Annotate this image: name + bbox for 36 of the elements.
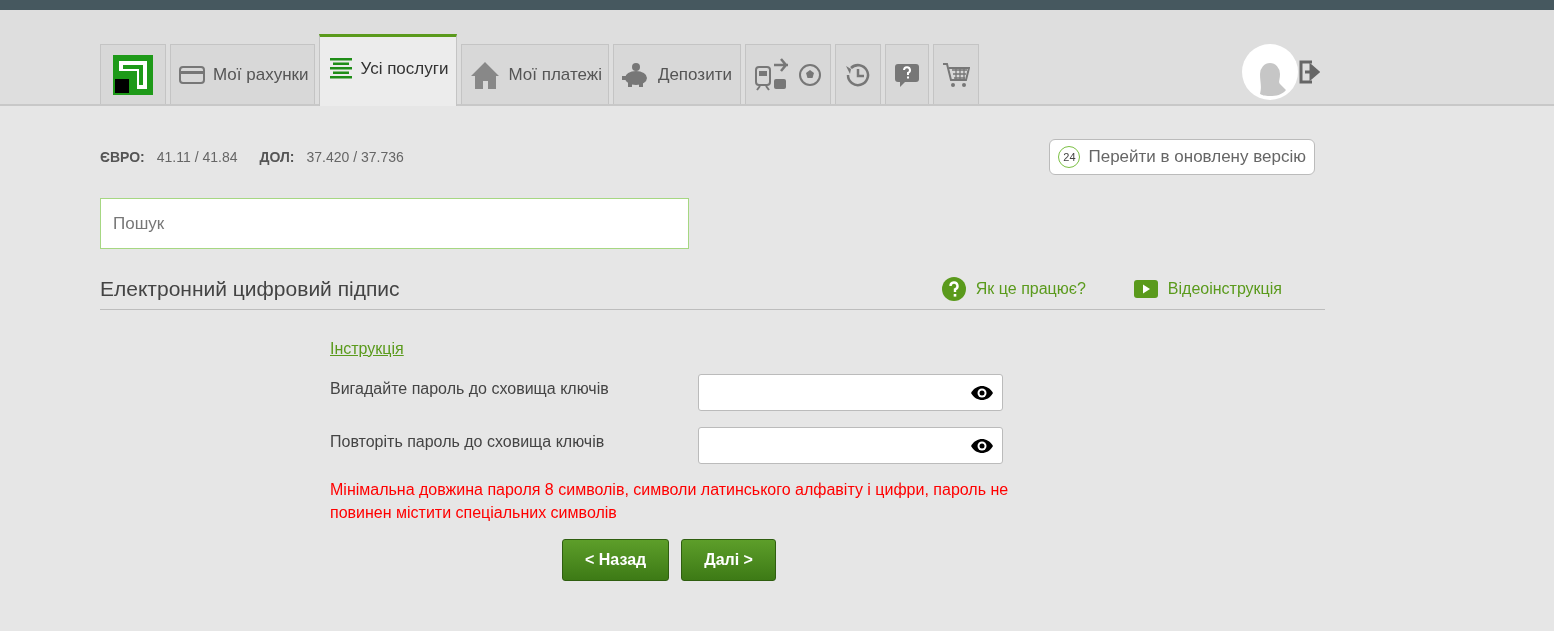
eye-icon[interactable] xyxy=(970,384,994,401)
nav-tab[interactable]: Депозити xyxy=(612,44,741,104)
nav-tab[interactable]: Мої платежі xyxy=(461,44,609,104)
ball-icon xyxy=(797,62,822,87)
cart-icon xyxy=(941,60,970,89)
next-button[interactable]: Далі > xyxy=(681,539,776,581)
logo-icon xyxy=(113,54,153,95)
list-icon xyxy=(330,57,353,80)
play-icon xyxy=(1133,280,1158,298)
search-field[interactable]: Пошук xyxy=(100,198,689,249)
error-message: Мінімальна довжина пароля 8 символів, символи латинського алфавіту і цифри, пароль не повинен містити спеціальних символів xyxy=(330,480,1010,523)
field-label: Повторіть пароль до сховища ключів xyxy=(330,432,606,451)
nav-tab[interactable]: Усі послуги xyxy=(319,34,458,106)
piggy-bank-icon xyxy=(621,61,650,88)
instruction-link[interactable]: Інструкція xyxy=(330,340,404,358)
field-label: Вигадайте пароль до сховища ключів xyxy=(330,379,610,398)
nav-tab[interactable] xyxy=(100,44,166,104)
video-link[interactable]: Відеоінструкція xyxy=(1133,277,1282,301)
nav-tab[interactable]: Мої рахунки xyxy=(170,44,316,104)
house-icon xyxy=(470,59,501,90)
eye-icon[interactable] xyxy=(970,437,994,454)
help-icon xyxy=(893,61,920,88)
currency-label: ЄВРО: xyxy=(100,149,145,165)
back-button[interactable]: < Назад xyxy=(562,539,670,581)
password-field[interactable] xyxy=(698,427,1003,464)
section-title: Електронний цифровий підпис xyxy=(100,277,400,301)
question-icon xyxy=(941,277,966,301)
new-version-button[interactable]: 24 Перейти в оновлену версію xyxy=(1049,139,1315,175)
logout-icon[interactable] xyxy=(1298,60,1320,84)
password-field[interactable] xyxy=(698,374,1003,411)
train-plane-icon xyxy=(753,56,790,93)
exchange-rate: 41.11 / 41.84 xyxy=(156,149,238,165)
card-icon xyxy=(179,64,205,85)
exchange-rate: 37.420 / 37.736 xyxy=(306,149,404,165)
help-link[interactable]: Як це працює? xyxy=(941,277,1086,301)
currency-label: ДОЛ: xyxy=(259,149,295,165)
